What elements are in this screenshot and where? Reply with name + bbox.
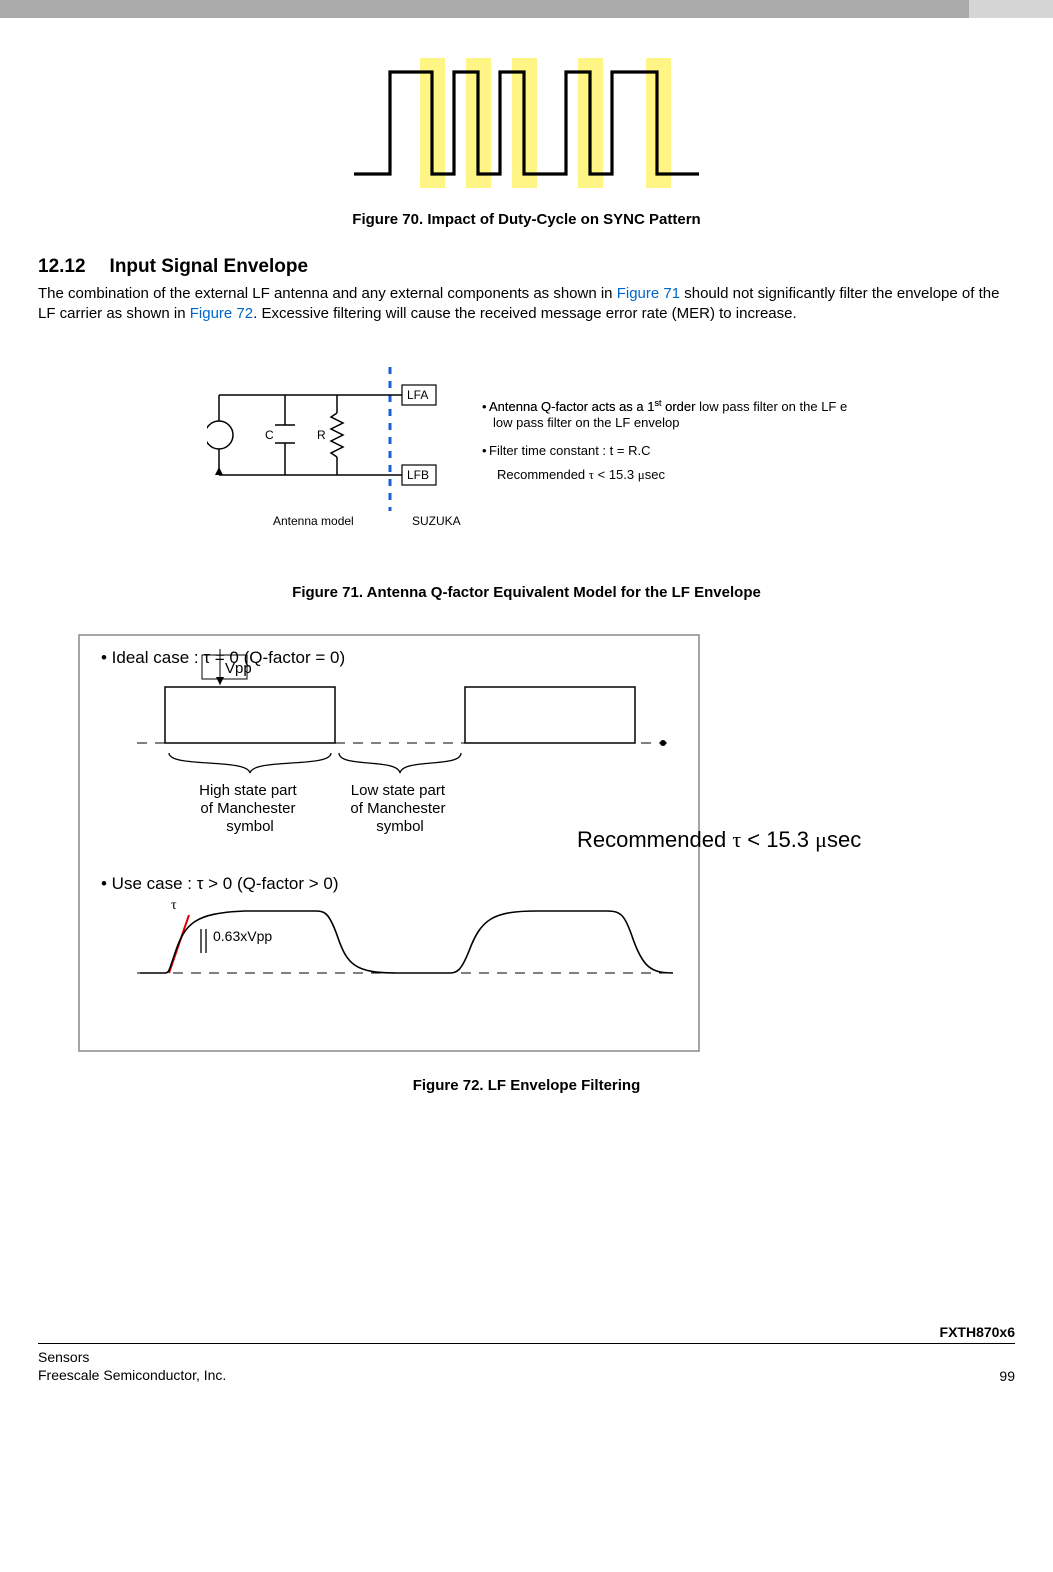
figure-71-link[interactable]: Figure 71 [617, 285, 680, 302]
svg-text:R: R [317, 428, 326, 442]
sync-waveform-diagram [354, 58, 699, 188]
envelope-filtering-diagram: • Ideal case : τ = 0 (Q-factor = 0) Vpp … [77, 633, 977, 1053]
footer-sensors: Sensors [38, 1348, 226, 1366]
figure-71-caption: Figure 71. Antenna Q-factor Equivalent M… [38, 584, 1015, 601]
figure-72: • Ideal case : τ = 0 (Q-factor = 0) Vpp … [38, 633, 1015, 1094]
header-bar [0, 0, 1053, 18]
svg-text:•: • [482, 399, 487, 414]
footer-divider [38, 1343, 1015, 1344]
figure-71: C R LFA LFB Antenna model SUZUKA • Anten… [38, 365, 1015, 601]
section-body: The combination of the external LF anten… [38, 284, 1015, 325]
page-footer: FXTH870x6 Sensors Freescale Semiconducto… [0, 1324, 1053, 1400]
svg-text:• Use case : τ > 0 (Q-factor >: • Use case : τ > 0 (Q-factor > 0) [101, 874, 339, 893]
svg-text:low pass filter on the LF enve: low pass filter on the LF envelop [493, 415, 679, 430]
svg-text:SUZUKA: SUZUKA [412, 514, 461, 528]
svg-text:Filter time constant : t = R.C: Filter time constant : t = R.C [489, 443, 650, 458]
figure-70: Figure 70. Impact of Duty-Cycle on SYNC … [38, 58, 1015, 228]
section-title: Input Signal Envelope [110, 256, 308, 277]
footer-part-number: FXTH870x6 [38, 1324, 1015, 1340]
svg-text:Low state part of Manc: Low state part of Manchester symbol [350, 782, 449, 835]
svg-text:τ: τ [171, 898, 177, 913]
svg-text:Antenna model: Antenna model [273, 514, 354, 528]
svg-text:High state part of Man: High state part of Manchester symbol [199, 782, 301, 835]
header-bar-right [969, 0, 1053, 18]
svg-text:LFA: LFA [407, 388, 428, 402]
section-heading: 12.12 Input Signal Envelope [38, 256, 1015, 278]
svg-text:•: • [482, 443, 487, 458]
svg-text:C: C [265, 428, 274, 442]
footer-page-number: 99 [999, 1368, 1015, 1384]
figure-72-caption: Figure 72. LF Envelope Filtering [38, 1077, 1015, 1094]
footer-company: Freescale Semiconductor, Inc. [38, 1366, 226, 1384]
figure-72-link[interactable]: Figure 72 [190, 305, 253, 322]
svg-text:LFB: LFB [407, 468, 429, 482]
figure-70-caption: Figure 70. Impact of Duty-Cycle on SYNC … [38, 211, 1015, 228]
svg-text:0.63xVpp: 0.63xVpp [213, 928, 272, 944]
svg-text:• Ideal case : τ = 0 (Q-factor: • Ideal case : τ = 0 (Q-factor = 0) [101, 648, 345, 667]
svg-text:Recommended τ < 15.3 μsec: Recommended τ < 15.3 μsec [577, 827, 861, 852]
section-number: 12.12 [38, 256, 86, 278]
svg-text:Vpp: Vpp [225, 660, 252, 677]
svg-text:Recommended τ < 15.3 μsec: Recommended τ < 15.3 μsec [497, 467, 665, 482]
svg-text:Antenna Q-factor acts as a 1st: Antenna Q-factor acts as a 1st order [489, 398, 696, 414]
antenna-model-diagram: C R LFA LFB Antenna model SUZUKA • Anten… [207, 365, 847, 545]
